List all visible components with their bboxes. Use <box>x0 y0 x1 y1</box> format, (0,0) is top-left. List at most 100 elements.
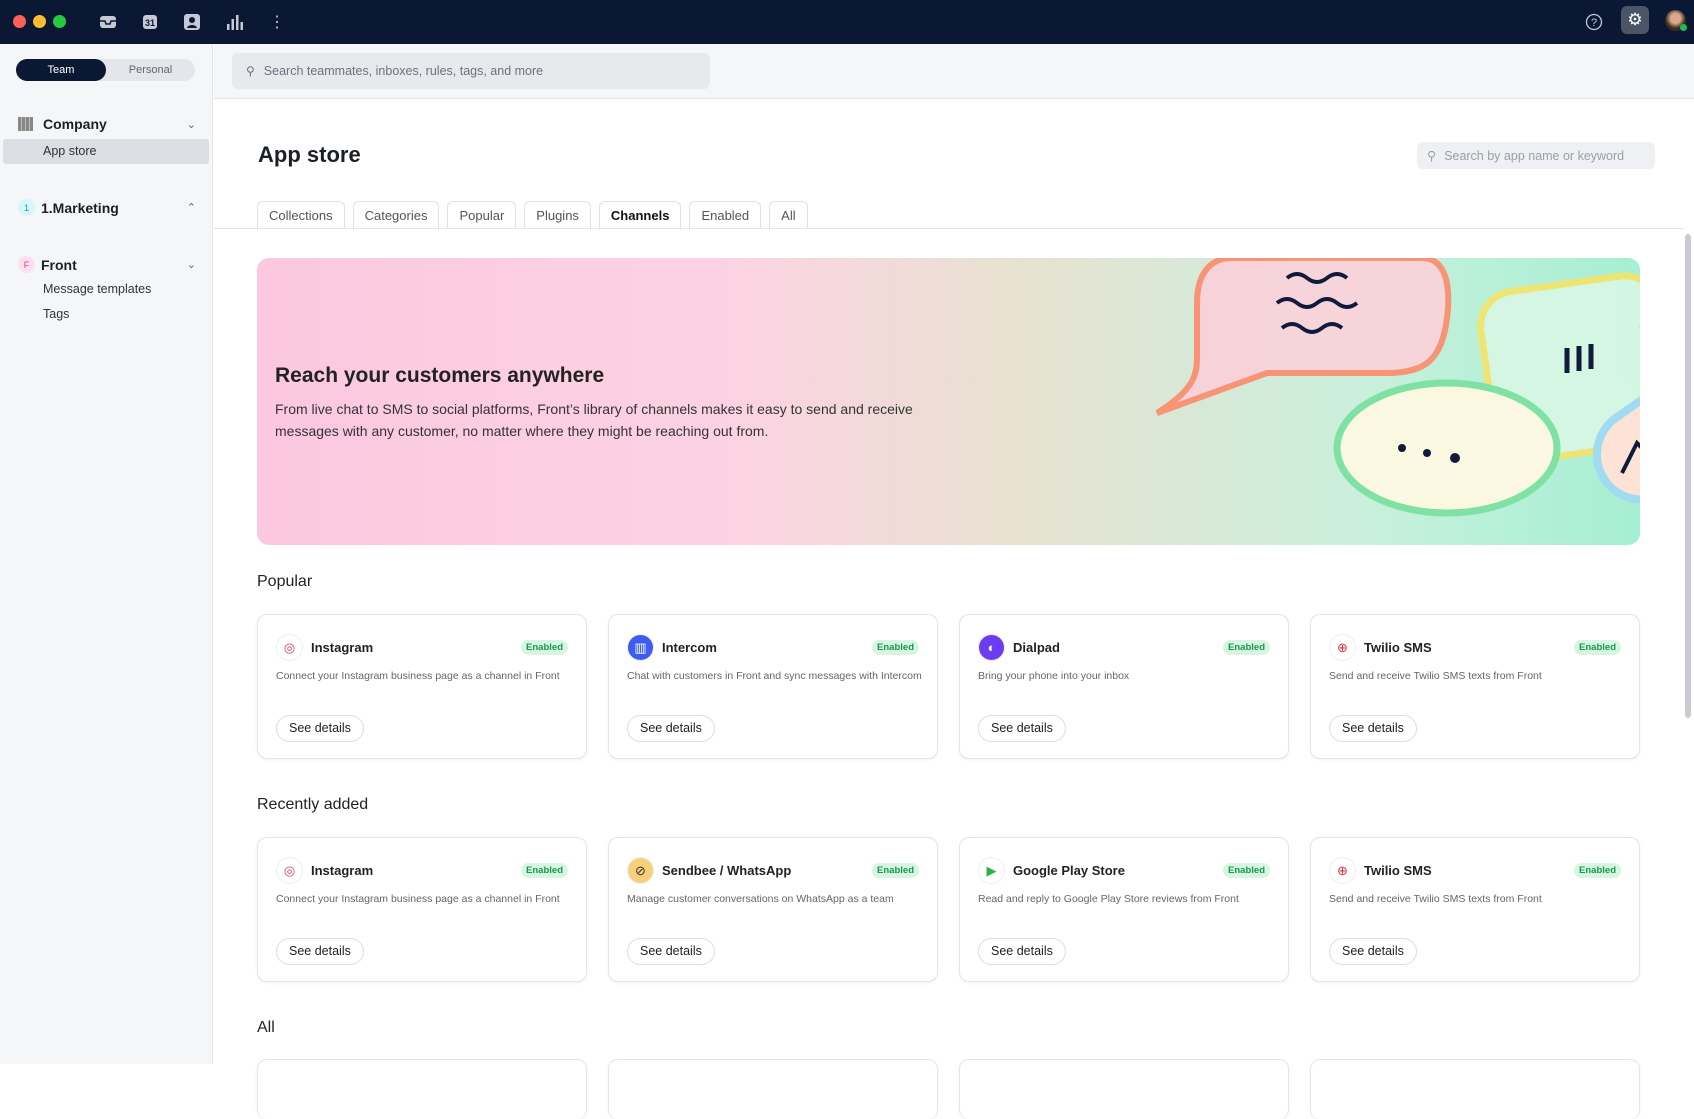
user-avatar[interactable] <box>1665 10 1687 31</box>
global-search-input[interactable]: ⚲ Search teammates, inboxes, rules, tags… <box>232 53 710 89</box>
google-play-icon: ▶ <box>978 857 1005 884</box>
twilio-icon: ⊕ <box>1329 857 1356 884</box>
app-name: Instagram <box>311 863 374 878</box>
app-description: Connect your Instagram business page as … <box>276 893 560 905</box>
settings-gear-icon[interactable]: ⚙ <box>1621 6 1649 34</box>
app-name: Twilio SMS <box>1364 863 1432 878</box>
see-details-button[interactable]: See details <box>276 938 364 965</box>
sidebar-item-app-store[interactable]: App store <box>3 139 209 164</box>
instagram-icon: ◎ <box>276 634 303 661</box>
app-card[interactable] <box>959 1059 1289 1119</box>
app-name: Twilio SMS <box>1364 640 1432 655</box>
sidebar-group-front[interactable]: F Front ⌄ <box>18 256 196 273</box>
see-details-button[interactable]: See details <box>276 715 364 742</box>
see-details-button[interactable]: See details <box>627 715 715 742</box>
chevron-up-icon: ⌃ <box>186 202 196 214</box>
app-description: Read and reply to Google Play Store revi… <box>978 893 1239 905</box>
tab-popular[interactable]: Popular <box>447 201 517 229</box>
see-details-button[interactable]: See details <box>627 938 715 965</box>
see-details-button[interactable]: See details <box>978 938 1066 965</box>
see-details-button[interactable]: See details <box>1329 715 1417 742</box>
group-badge: F <box>18 256 35 273</box>
inbox-icon[interactable] <box>97 11 119 33</box>
app-description: Connect your Instagram business page as … <box>276 670 560 682</box>
svg-text:?: ? <box>1591 17 1597 29</box>
app-description: Manage customer conversations on WhatsAp… <box>627 893 894 905</box>
app-name: Intercom <box>662 640 717 655</box>
sidebar-item-tags[interactable]: Tags <box>43 307 69 321</box>
app-name: Instagram <box>311 640 374 655</box>
minimize-window-button[interactable] <box>33 15 46 28</box>
more-icon[interactable]: ⋮ <box>266 11 288 33</box>
tab-plugins[interactable]: Plugins <box>524 201 591 229</box>
top-bar: 31 ⋮ ? ⚙ <box>0 0 1694 44</box>
tab-categories[interactable]: Categories <box>352 201 440 229</box>
chevron-down-icon: ⌄ <box>186 259 196 271</box>
section-title-popular: Popular <box>257 573 313 590</box>
app-name: Sendbee / WhatsApp <box>662 863 792 878</box>
app-name: Dialpad <box>1013 640 1060 655</box>
status-badge: Enabled <box>521 863 568 878</box>
see-details-button[interactable]: See details <box>978 715 1066 742</box>
team-toggle[interactable]: Team <box>16 59 106 81</box>
app-search-input[interactable]: ⚲ Search by app name or keyword <box>1417 142 1655 169</box>
banner-text: From live chat to SMS to social platform… <box>275 401 913 439</box>
app-description: Send and receive Twilio SMS texts from F… <box>1329 670 1542 682</box>
app-card[interactable] <box>608 1059 938 1119</box>
tab-all[interactable]: All <box>769 201 808 229</box>
divider <box>214 228 1684 229</box>
app-description: Send and receive Twilio SMS texts from F… <box>1329 893 1542 905</box>
search-icon: ⚲ <box>246 64 255 78</box>
header: ⚲ Search teammates, inboxes, rules, tags… <box>214 44 1694 99</box>
app-card: ◎ Instagram Enabled Connect your Instagr… <box>257 614 587 759</box>
help-icon[interactable]: ? <box>1583 11 1605 33</box>
chevron-down-icon: ⌄ <box>186 118 196 131</box>
hero-banner: Reach your customers anywhere From live … <box>257 258 1640 545</box>
app-name: Google Play Store <box>1013 863 1125 878</box>
see-details-button[interactable]: See details <box>1329 938 1417 965</box>
status-badge: Enabled <box>1223 863 1270 878</box>
app-card: ⊕ Twilio SMS Enabled Send and receive Tw… <box>1310 614 1640 759</box>
dialpad-icon: ◐ <box>978 634 1005 661</box>
tab-bar: Collections Categories Popular Plugins Chann… <box>257 201 808 230</box>
status-badge: Enabled <box>872 640 919 655</box>
app-card: ⊕ Twilio SMS Enabled Send and receive Tw… <box>1310 837 1640 982</box>
analytics-icon[interactable] <box>224 11 246 33</box>
status-badge: Enabled <box>872 863 919 878</box>
status-badge: Enabled <box>1574 640 1621 655</box>
all-apps-row <box>257 1059 1640 1119</box>
app-description: Chat with customers in Front and sync me… <box>627 670 922 682</box>
app-card: ⊘ Sendbee / WhatsApp Enabled Manage cust… <box>608 837 938 982</box>
building-icon <box>18 117 33 131</box>
app-card: ◎ Instagram Enabled Connect your Instagr… <box>257 837 587 982</box>
tab-enabled[interactable]: Enabled <box>689 201 762 229</box>
sidebar-item-message-templates[interactable]: Message templates <box>43 282 151 296</box>
tab-collections[interactable]: Collections <box>257 201 345 229</box>
contacts-icon[interactable] <box>181 11 203 33</box>
online-status-dot <box>1680 24 1687 31</box>
scrollbar[interactable] <box>1685 234 1691 718</box>
intercom-icon: ▥ <box>627 634 654 661</box>
status-badge: Enabled <box>1574 863 1621 878</box>
section-title-all: All <box>257 1019 275 1036</box>
team-personal-toggle[interactable]: Team Personal <box>16 59 195 81</box>
status-badge: Enabled <box>1223 640 1270 655</box>
app-card: ▶ Google Play Store Enabled Read and rep… <box>959 837 1289 982</box>
maximize-window-button[interactable] <box>53 15 66 28</box>
popular-apps-row: ◎ Instagram Enabled Connect your Instagr… <box>257 614 1640 759</box>
app-card: ▥ Intercom Enabled Chat with customers i… <box>608 614 938 759</box>
close-window-button[interactable] <box>13 15 26 28</box>
sidebar-group-marketing[interactable]: 1 1.Marketing ⌃ <box>18 199 196 216</box>
app-card[interactable] <box>1310 1059 1640 1119</box>
app-card[interactable] <box>257 1059 587 1119</box>
search-icon: ⚲ <box>1427 149 1437 163</box>
instagram-icon: ◎ <box>276 857 303 884</box>
calendar-icon[interactable]: 31 <box>139 11 161 33</box>
twilio-icon: ⊕ <box>1329 634 1356 661</box>
sidebar-group-company[interactable]: Company ⌄ <box>18 116 196 132</box>
page-title: App store <box>258 142 361 167</box>
group-badge: 1 <box>18 199 35 216</box>
tab-channels[interactable]: Channels <box>598 201 682 230</box>
speech-bubbles-illustration <box>1155 258 1640 517</box>
personal-toggle[interactable]: Personal <box>106 59 195 81</box>
